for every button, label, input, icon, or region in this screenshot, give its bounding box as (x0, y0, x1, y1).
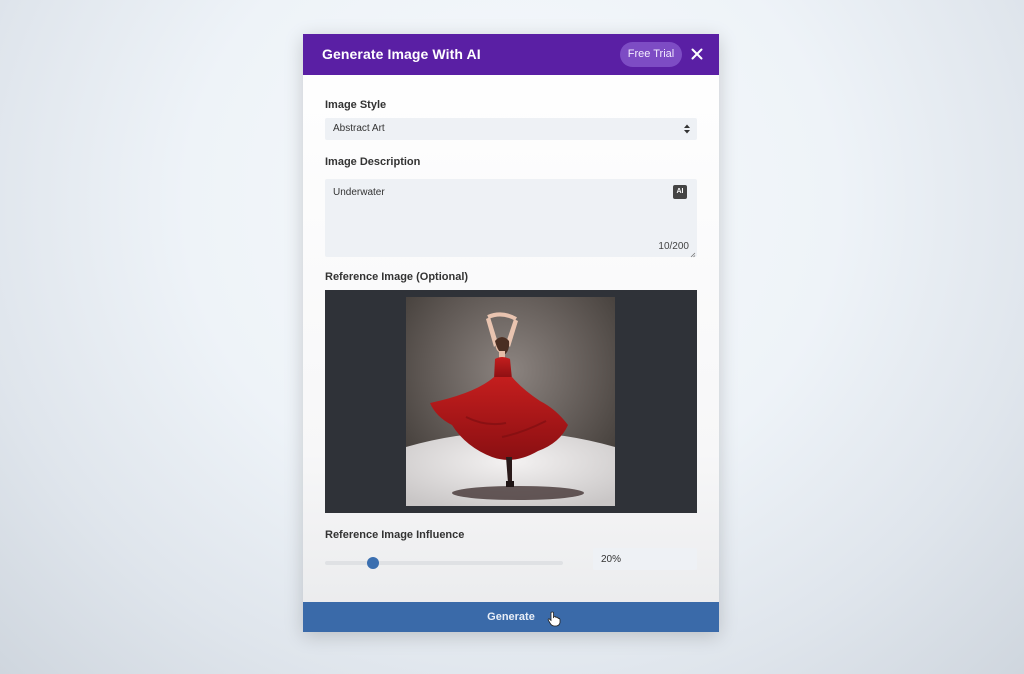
hand-pointer-cursor-icon (547, 611, 561, 627)
close-icon[interactable] (689, 46, 705, 62)
influence-slider-thumb[interactable] (366, 557, 379, 569)
reference-image-label: Reference Image (Optional) (325, 271, 469, 283)
character-counter: 10/200 (658, 241, 689, 252)
influence-value-text: 20% (601, 554, 622, 565)
modal-title: Generate Image With AI (322, 46, 481, 62)
image-description-textarea[interactable]: Underwater AI 10/200 (325, 179, 697, 258)
reference-image-dropzone[interactable] (325, 290, 697, 513)
image-style-label: Image Style (325, 99, 387, 111)
influence-slider[interactable] (325, 557, 563, 569)
image-description-value: Underwater (333, 187, 385, 198)
generate-button[interactable]: Generate (303, 602, 719, 632)
resize-handle-icon[interactable] (690, 250, 696, 258)
modal-header: Generate Image With AI Free Trial (303, 34, 719, 75)
reference-image-dancer (406, 297, 615, 506)
influence-value-input[interactable]: 20% (593, 548, 697, 570)
select-arrows-icon (683, 123, 691, 135)
image-style-select[interactable]: Abstract Art (325, 118, 697, 140)
ai-assist-icon[interactable]: AI (673, 185, 687, 199)
image-style-value: Abstract Art (333, 123, 385, 134)
influence-label: Reference Image Influence (325, 529, 465, 541)
generate-image-modal: Generate Image With AI Free Trial Image … (303, 34, 719, 632)
image-description-label: Image Description (325, 156, 421, 168)
free-trial-badge[interactable]: Free Trial (620, 42, 682, 67)
